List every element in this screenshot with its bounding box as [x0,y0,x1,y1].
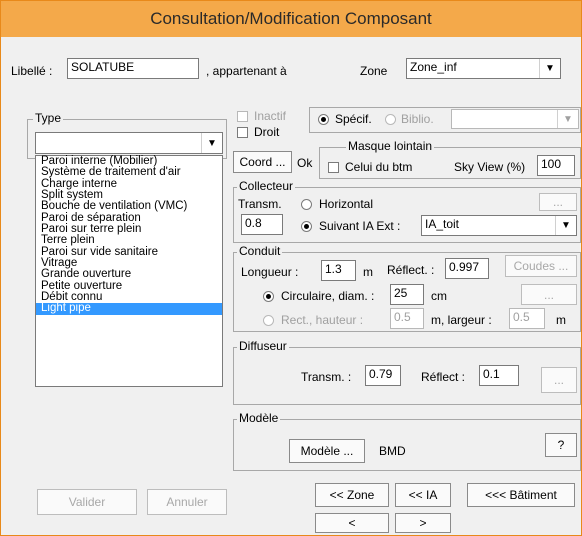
masque-legend: Masque lointain [346,139,435,153]
chevron-down-icon[interactable]: ▼ [555,216,576,235]
chevron-down-icon[interactable]: ▼ [539,59,560,78]
chevron-down-icon[interactable]: ▼ [201,133,222,153]
specif-label: Spécif. [335,112,372,126]
modele-value: BMD [379,444,406,458]
suivant-ia-label: Suivant IA Ext : [319,219,401,233]
zone-value: Zone_inf [410,60,457,74]
previous-button[interactable]: < [315,513,389,533]
collecteur-legend: Collecteur [237,179,296,193]
nav-batiment-button[interactable]: <<< Bâtiment [467,483,575,507]
skyview-input[interactable]: 100 [537,155,575,176]
coudes-button[interactable]: Coudes ... [505,255,577,277]
appartenant-label: , appartenant à [206,64,287,78]
libelle-input[interactable]: SOLATUBE [67,58,199,79]
hauteur-input[interactable]: 0.5 [390,308,424,329]
suivant-ia-radio[interactable] [301,221,312,232]
conduit-reflect-label: Réflect. : [387,263,435,277]
inactif-label: Inactif [254,109,287,123]
zone-select[interactable]: Zone_inf ▼ [406,58,561,79]
largeur-input[interactable]: 0.5 [509,308,545,329]
horizontal-label: Horizontal [319,197,374,211]
zone-label: Zone [360,64,388,78]
conduit-legend: Conduit [237,244,283,258]
coord-status: Ok [297,156,313,170]
list-item[interactable]: Système de traitement d'air [36,166,222,178]
help-button[interactable]: ? [545,433,577,457]
annuler-button[interactable]: Annuler [147,489,227,515]
longueur-label: Longueur : [241,265,299,279]
diffuseur-group [233,347,581,405]
diffuseur-transm-input[interactable]: 0.79 [365,365,401,386]
nav-zone-button[interactable]: << Zone [315,483,389,507]
window-title: Consultation/Modification Composant [150,9,432,28]
modele-button[interactable]: Modèle ... [289,439,365,463]
diam-unit: cm [431,289,447,303]
list-item-selected[interactable]: Light pipe [36,303,222,315]
celui-du-btm-checkbox[interactable] [328,162,339,173]
type-legend: Type [33,111,64,125]
biblio-label: Biblio. [401,112,434,126]
valider-button[interactable]: Valider [37,489,137,515]
circulaire-radio[interactable] [263,291,274,302]
celui-du-btm-label: Celui du btm [345,160,413,174]
diffuseur-legend: Diffuseur [237,339,289,353]
title-bar: Consultation/Modification Composant [1,1,581,37]
specif-radio[interactable] [318,114,329,125]
modele-legend: Modèle [237,411,281,425]
type-select[interactable]: ▼ [35,132,223,154]
inactif-checkbox[interactable] [237,111,248,122]
circulaire-label: Circulaire, diam. : [281,289,375,303]
nav-ia-button[interactable]: << IA [395,483,451,507]
collecteur-transm-label: Transm. [238,197,282,211]
diffuseur-dots-button[interactable]: ... [541,367,577,393]
coord-button[interactable]: Coord ... [233,151,292,173]
collecteur-dots-button[interactable]: ... [539,193,577,211]
diam-input[interactable]: 25 [390,284,424,305]
rect-label: Rect., hauteur : [281,313,364,327]
libelle-label: Libellé : [11,64,53,78]
type-dropdown-list: Paroi interne (Mobilier) Système de trai… [35,155,223,387]
suivant-ia-value: IA_toit [425,217,460,231]
droit-label: Droit [254,125,280,139]
diffuseur-reflect-label: Réflect : [421,370,466,384]
modele-group [233,419,581,471]
chevron-down-icon[interactable]: ▼ [557,110,578,128]
collecteur-transm-input[interactable]: 0.8 [241,214,283,235]
diffuseur-transm-label: Transm. : [301,370,352,384]
rect-radio[interactable] [263,315,274,326]
biblio-select[interactable]: ▼ [451,109,579,129]
droit-checkbox[interactable] [237,127,248,138]
conduit-dots-button[interactable]: ... [521,284,577,305]
largeur-unit: m [556,313,566,327]
conduit-reflect-input[interactable]: 0.997 [445,258,489,279]
longueur-unit: m [363,265,373,279]
longueur-input[interactable]: 1.3 [321,260,356,281]
biblio-radio[interactable] [385,114,396,125]
dialog-window: Consultation/Modification Composant Libe… [0,0,582,536]
largeur-label: m, largeur : [431,313,492,327]
suivant-ia-select[interactable]: IA_toit ▼ [421,215,577,236]
diffuseur-reflect-input[interactable]: 0.1 [479,365,519,386]
next-button[interactable]: > [395,513,451,533]
skyview-label: Sky View (%) [454,160,526,174]
horizontal-radio[interactable] [301,199,312,210]
